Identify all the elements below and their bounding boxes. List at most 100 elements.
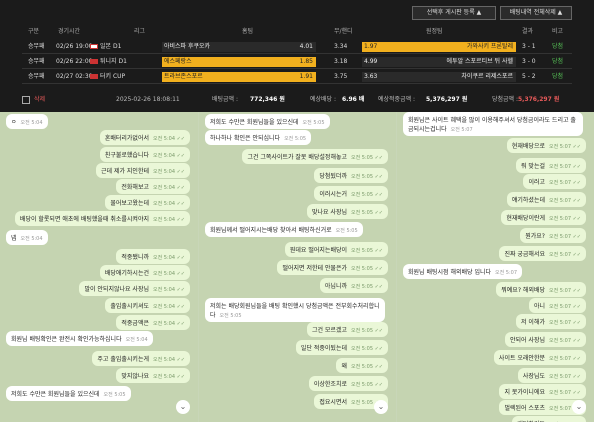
message-time: 오전 5:07 ✓✓ xyxy=(549,338,581,344)
sent-message: 사이트 오래안한분 오전 5:07 ✓✓ xyxy=(493,350,586,365)
message-text: 맞지않나요 xyxy=(121,373,149,380)
sent-message: 아닙니까 오전 5:05 ✓✓ xyxy=(319,278,388,293)
message-text: 하나하나 확인은 안되십니다 xyxy=(210,135,281,142)
sent-message: 친구불로했습니다 오전 5:04 ✓✓ xyxy=(99,147,190,162)
message-time: 오전 5:05 ✓✓ xyxy=(351,210,383,216)
sent-message: 지 못가이니에요 오전 5:07 ✓✓ xyxy=(499,384,586,399)
received-message: 넵 오전 5:04 xyxy=(6,230,48,245)
received-message: 저희도 수만은 회원님들을 있으신데 오전 5:05 xyxy=(205,114,330,129)
home-odds-cell[interactable]: 아비스파 후쿠오카 4.01 xyxy=(162,42,316,52)
away-odds-cell[interactable]: 3.63 차이쿠르 리제스포르 xyxy=(362,72,516,82)
sent-message: 그건 그쪽사이트가 잘못 배당설정해놓고 오전 5:05 ✓✓ xyxy=(242,149,388,164)
message-text: 회원님께서 떨어지시는배당 찾아서 배팅하신거로 xyxy=(210,227,332,234)
japan-flag-icon xyxy=(90,44,98,49)
message-text: 사이트 오래안한분 xyxy=(498,355,545,362)
received-message: 저희도 수만은 회원님들을 있으신데 오전 5:05 xyxy=(6,386,131,401)
sent-message: 뭐예요? 해외배당 오전 5:07 ✓✓ xyxy=(496,282,586,297)
select-checkbox[interactable] xyxy=(22,96,30,104)
chat-panel-1[interactable]: ㅇ 오전 5:04 혼배터리가없어서 오전 5:04 ✓✓ 친구불로했습니다 오전 5:0… xyxy=(0,112,198,422)
message-time: 오전 5:05 ✓✓ xyxy=(351,382,383,388)
sent-message: 현재배당으로 오전 5:07 ✓✓ xyxy=(506,138,586,153)
message-text: 이러시는거 xyxy=(319,191,347,198)
sent-message: 안되어 사장님 오전 5:07 ✓✓ xyxy=(504,332,586,347)
sent-message: 주고 출입출시키는게 오전 5:04 ✓✓ xyxy=(92,351,190,366)
delete-link[interactable]: 삭제 xyxy=(34,94,45,106)
message-text: 주고 출입출시키는게 xyxy=(97,356,149,363)
received-message: 하나하나 확인은 안되십니다 오전 5:05 xyxy=(205,130,312,145)
message-text: 회원님 배팅시점 해외배당 입니다 xyxy=(408,269,492,276)
scroll-down-icon[interactable]: ⌄ xyxy=(176,400,190,414)
tunisia-flag-icon xyxy=(90,59,98,64)
away-odds-cell[interactable]: 1.97 가와사키 프론탈레 xyxy=(362,42,516,52)
received-message: 회원님께서 떨어지시는배당 찾아서 배팅하신거로 오전 5:05 xyxy=(205,222,363,237)
turkey-flag-icon xyxy=(90,74,98,79)
received-message: 회원님 배팅시점 해외배당 입니다 오전 5:07 xyxy=(403,264,523,279)
sent-message: 출입출시키셔도 오전 5:04 ✓✓ xyxy=(105,298,190,313)
chat-panel-2[interactable]: 저희도 수만은 회원님들을 있으신데 오전 5:05 하나하나 확인은 안되십니다 오… xyxy=(199,112,396,422)
message-text: 배당이 할롯되면 애초에 배팅했을때 취소를시켜야지 xyxy=(19,216,149,223)
message-text: 그건 그쪽사이트가 잘못 배당설정해놓고 xyxy=(247,154,347,161)
status-badge: 당첨 xyxy=(552,58,564,65)
sent-message: 배당애기하시는건 오전 5:04 ✓✓ xyxy=(99,265,190,280)
message-text: 당첨됬더까 xyxy=(319,173,347,180)
message-text: 뭔가요? xyxy=(525,233,545,240)
message-text: 맞나요 사장님 xyxy=(311,209,347,216)
sent-message: 근데 제가 지인한테 오전 5:04 ✓✓ xyxy=(96,163,190,178)
message-time: 오전 5:05 xyxy=(284,136,307,142)
message-time: 오전 5:07 xyxy=(495,270,518,276)
message-time: 오전 5:05 xyxy=(103,392,126,398)
header-home: 홈팀 xyxy=(242,28,254,35)
table-row: 승무패 02/27 02:30 터키 CUP 트라브존스포르 1.91 3.75 … xyxy=(22,71,572,84)
sent-message: 저 이해가 오전 5:07 ✓✓ xyxy=(516,314,586,329)
home-odds-cell[interactable]: 에스페랑스 1.85 xyxy=(162,57,316,67)
table-header: 구분 경기시간 리그 홈팀 무/핸디 원정팀 결과 비고 xyxy=(22,26,572,36)
message-text: 벌렉된어 스포츠 xyxy=(504,405,545,412)
message-text: 적중됐니까 xyxy=(121,254,149,261)
sent-message: 줘 맞는걸 오전 5:07 ✓✓ xyxy=(516,158,586,173)
header-time: 경기시간 xyxy=(58,28,81,35)
sent-message: 진짜 궁금해서요 오전 5:07 ✓✓ xyxy=(499,246,586,261)
message-time: 오전 5:05 xyxy=(335,228,358,234)
message-time: 오전 5:05 xyxy=(302,120,325,126)
message-time: 오전 5:07 ✓✓ xyxy=(549,320,581,326)
message-text: ㅇ xyxy=(11,119,17,126)
message-time: 오전 5:04 xyxy=(20,120,43,126)
message-text: 얘기하셨는데 xyxy=(511,197,545,204)
received-message: 저희는 배당회원님들을 배팅 확인했시 당첨금액은 전부회수처리합니다 오전 5:… xyxy=(205,298,385,322)
sent-message: 얘기하셨는데 오전 5:07 ✓✓ xyxy=(506,192,586,207)
message-time: 오전 5:04 ✓✓ xyxy=(153,255,185,261)
sent-message: 이러고 오전 5:07 ✓✓ xyxy=(523,174,586,189)
message-text: 뭐예요? 해외배당 xyxy=(501,287,545,294)
sent-message: 맞지않나요 오전 5:04 ✓✓ xyxy=(116,368,190,383)
message-text: 접요시면서 xyxy=(319,399,347,406)
away-odds-cell[interactable]: 4.99 에투알 스포르티브 뒤 사헬 xyxy=(362,57,516,67)
message-text: 친구불로했습니다 xyxy=(104,152,149,159)
received-message: 회원님은 사이트 혜택을 많이 이용해주셔서 당첨금이라도 드리고 출금되시는겁… xyxy=(403,112,583,136)
header-draw: 무/핸디 xyxy=(334,28,353,35)
chat-panel-3[interactable]: 회원님은 사이트 혜택을 많이 이용해주셔서 당첨금이라도 드리고 출금되시는겁… xyxy=(397,112,594,422)
message-time: 오전 5:05 ✓✓ xyxy=(351,174,383,180)
message-time: 오전 5:05 ✓✓ xyxy=(351,364,383,370)
message-text: 지 못가이니에요 xyxy=(504,389,545,396)
message-time: 오전 5:05 ✓✓ xyxy=(351,155,383,161)
message-time: 오전 5:04 xyxy=(20,236,43,242)
delete-all-button[interactable]: 배팅내역 전체삭제 ▲ xyxy=(500,6,572,20)
bet-summary: 삭제 2025-02-26 18:08:11 배팅금액 : 772,346 원 … xyxy=(22,94,572,106)
register-selected-button[interactable]: 선택후 게시판 등록 ▲ xyxy=(412,6,496,20)
sent-message: 전화해보고 오전 5:04 ✓✓ xyxy=(116,179,190,194)
message-time: 오전 5:04 xyxy=(125,337,148,343)
home-odds-cell[interactable]: 트라브존스포르 1.91 xyxy=(162,72,316,82)
sent-message: 맞나요 사장님 오전 5:05 ✓✓ xyxy=(306,204,388,219)
scroll-down-icon[interactable]: ⌄ xyxy=(374,400,388,414)
message-time: 오전 5:05 ✓✓ xyxy=(351,192,383,198)
message-text: 일단 적중이됬는데 xyxy=(300,345,347,352)
message-time: 오전 5:05 ✓✓ xyxy=(351,328,383,334)
scroll-down-icon[interactable]: ⌄ xyxy=(572,400,586,414)
sent-message: 사장님도 오전 5:07 ✓✓ xyxy=(517,368,586,383)
sent-message: 이상한조치로 오전 5:05 ✓✓ xyxy=(308,376,388,391)
message-text: 줘 맞는걸 xyxy=(521,163,545,170)
sent-message: 적중됐니까 오전 5:04 ✓✓ xyxy=(116,249,190,264)
message-text: 진짜 궁금해서요 xyxy=(504,251,545,258)
message-text: 출입출시키셔도 xyxy=(110,303,149,310)
message-time: 오전 5:04 ✓✓ xyxy=(153,136,185,142)
